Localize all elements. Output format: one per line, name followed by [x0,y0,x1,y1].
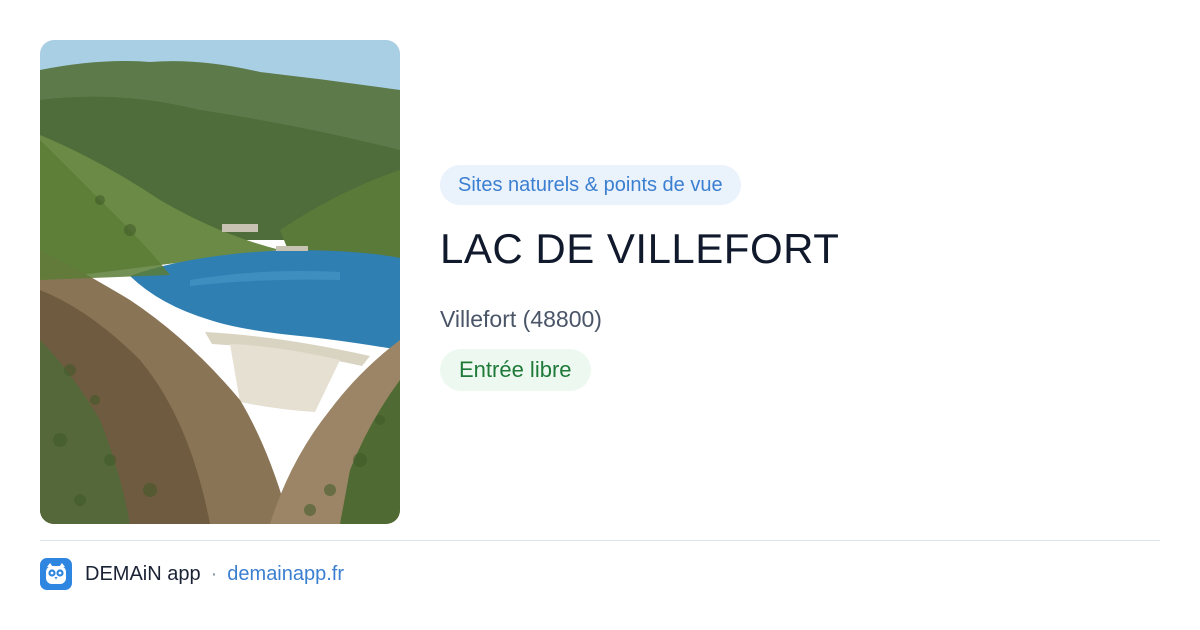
app-url-link[interactable]: demainapp.fr [227,563,344,586]
place-location: Villefort (48800) [440,306,602,332]
price-badge: Entrée libre [440,349,591,391]
place-photo [40,40,400,524]
separator: · [210,562,218,585]
app-name: DEMAiN app [85,562,201,585]
footer: DEMAiN app · demainapp.fr [40,558,344,590]
place-info: Sites naturels & points de vue LAC DE VI… [440,165,1160,391]
share-card: Sites naturels & points de vue LAC DE VI… [0,0,1200,630]
place-title: LAC DE VILLEFORT [440,225,840,272]
divider [40,540,1160,541]
category-badge[interactable]: Sites naturels & points de vue [440,165,741,205]
owl-logo-icon [40,558,72,590]
